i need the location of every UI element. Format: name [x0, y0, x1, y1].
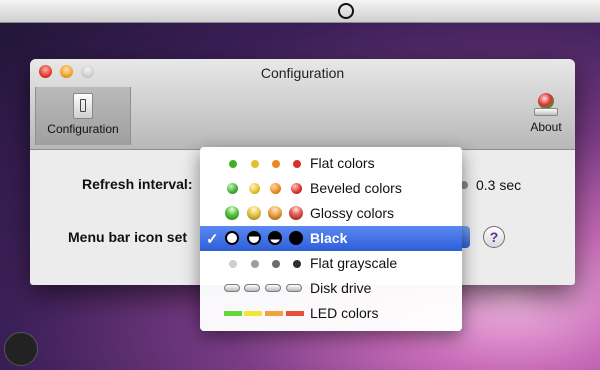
toolbar-configuration[interactable]: Configuration	[35, 87, 131, 145]
glossy-colors-preview-icon	[224, 201, 306, 226]
toolbar-configuration-label: Configuration	[47, 122, 119, 136]
about-icon	[534, 93, 558, 117]
dropdown-item-label: Flat grayscale	[310, 255, 398, 271]
dropdown-item-disk-drive[interactable]: Disk drive	[200, 276, 462, 301]
dropdown-item-label: Black	[310, 230, 348, 246]
dropdown-item-flat-grayscale[interactable]: Flat grayscale	[200, 251, 462, 276]
dropdown-item-label: Glossy colors	[310, 205, 395, 221]
led-colors-preview-icon	[224, 301, 306, 326]
toolbar-about[interactable]: About	[523, 87, 569, 134]
dropdown-item-black[interactable]: ✓ Black	[200, 226, 462, 251]
dropdown-item-flat-colors[interactable]: Flat colors	[200, 151, 462, 176]
flat-colors-preview-icon	[224, 151, 306, 176]
configuration-icon	[73, 93, 93, 119]
dropdown-item-label: Flat colors	[310, 155, 375, 171]
dropdown-item-glossy-colors[interactable]: Glossy colors	[200, 201, 462, 226]
black-preview-icon	[224, 226, 306, 251]
dropdown-item-label: Disk drive	[310, 280, 372, 296]
refresh-interval-label: Refresh interval:	[82, 176, 193, 192]
refresh-interval-value: 0.3 sec	[476, 177, 522, 193]
dropdown-item-beveled-colors[interactable]: Beveled colors	[200, 176, 462, 201]
checkmark-icon: ✓	[206, 231, 219, 248]
help-button[interactable]: ?	[483, 226, 505, 248]
menu-bar	[0, 0, 600, 23]
icon-set-label: Menu bar icon set	[68, 229, 188, 245]
dropdown-item-label: LED colors	[310, 305, 379, 321]
dropdown-item-label: Beveled colors	[310, 180, 402, 196]
toolbar-about-label: About	[530, 120, 562, 134]
icon-set-dropdown: Flat colors Beveled colors Glossy colors…	[200, 147, 462, 331]
flat-grayscale-preview-icon	[224, 251, 306, 276]
status-item-icon[interactable]	[338, 3, 354, 19]
dropdown-item-led-colors[interactable]: LED colors	[200, 301, 462, 326]
apple-logo-icon	[4, 332, 38, 366]
window-title: Configuration	[260, 65, 345, 81]
title-bar: Configuration Configuration About	[30, 59, 575, 150]
beveled-colors-preview-icon	[224, 176, 306, 201]
disk-drive-preview-icon	[224, 276, 306, 301]
